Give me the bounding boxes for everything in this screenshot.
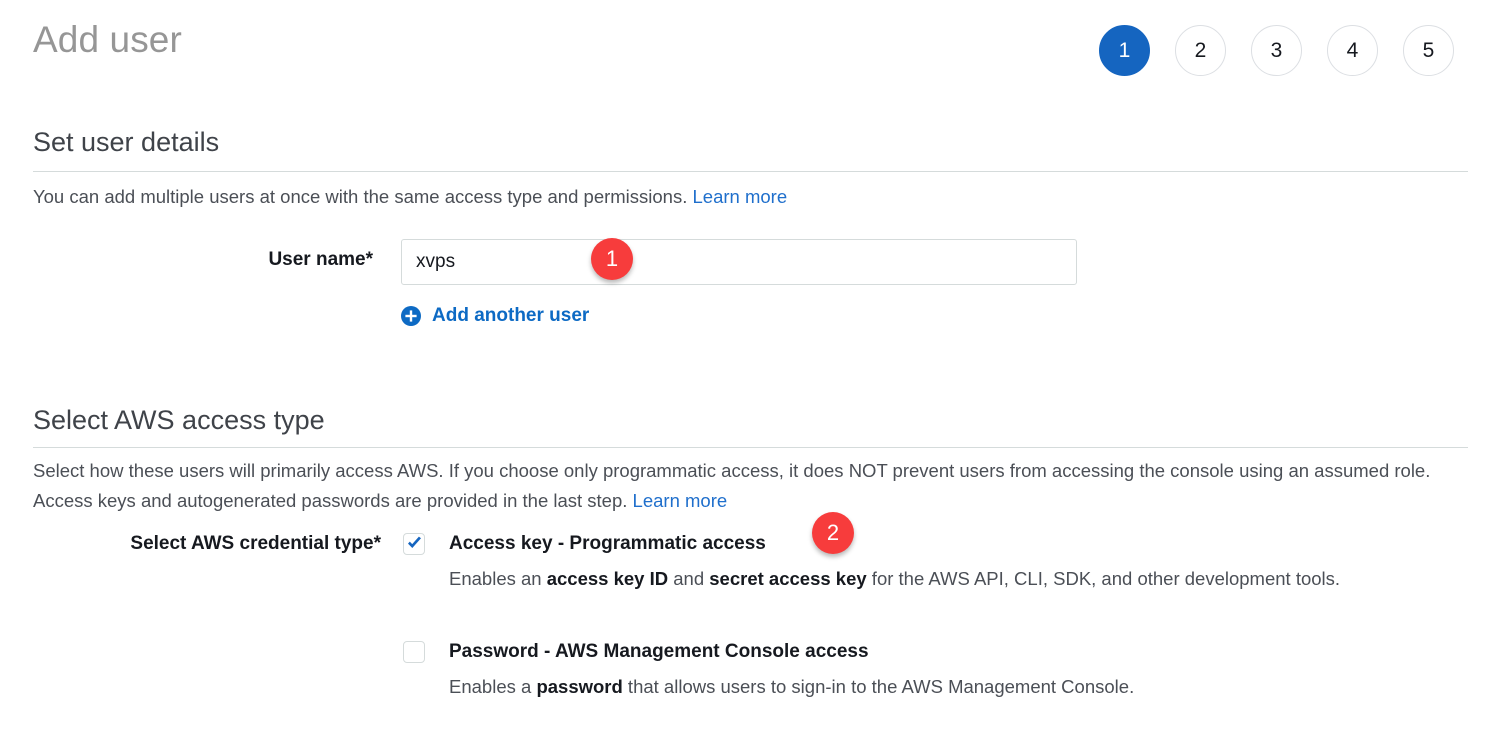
password-desc-prefix: Enables a	[449, 676, 537, 697]
add-another-user-label: Add another user	[432, 305, 590, 326]
step-indicator: 1 2 3 4 5	[1099, 25, 1454, 76]
step-indicator-2[interactable]: 2	[1175, 25, 1226, 76]
page-header: Add user 1 2 3 4 5	[0, 0, 1492, 105]
add-user-page: Add user 1 2 3 4 5 Set user details You …	[0, 0, 1492, 731]
user-name-label: User name*	[268, 249, 373, 270]
access-type-learn-more-link[interactable]: Learn more	[633, 490, 728, 511]
access-key-desc-prefix: Enables an	[449, 568, 547, 589]
access-key-desc-bold2: secret access key	[709, 568, 867, 589]
password-checkbox[interactable]	[403, 641, 425, 663]
user-details-description: You can add multiple users at once with …	[33, 182, 787, 212]
access-type-description: Select how these users will primarily ac…	[33, 456, 1473, 516]
user-details-divider	[33, 171, 1468, 172]
password-option-title: Password - AWS Management Console access	[449, 641, 869, 662]
step-indicator-3[interactable]: 3	[1251, 25, 1302, 76]
access-type-description-line1: Select how these users will primarily ac…	[33, 460, 1284, 481]
user-details-description-text: You can add multiple users at once with …	[33, 186, 688, 207]
access-key-option-title: Access key - Programmatic access	[449, 533, 766, 554]
access-type-divider	[33, 447, 1468, 448]
access-key-desc-suffix: for the AWS API, CLI, SDK, and other dev…	[866, 568, 1341, 589]
annotation-badge-1: 1	[591, 238, 633, 280]
access-key-desc-bold1: access key ID	[546, 568, 669, 589]
user-details-learn-more-link[interactable]: Learn more	[693, 186, 788, 207]
access-type-heading: Select AWS access type	[33, 405, 325, 435]
credential-type-label: Select AWS credential type*	[130, 533, 381, 554]
password-option-description: Enables a password that allows users to …	[449, 671, 1349, 702]
page-title: Add user	[33, 19, 182, 60]
access-key-desc-mid: and	[668, 568, 710, 589]
password-desc-suffix: that allows users to sign-in to the AWS …	[622, 676, 1135, 697]
step-indicator-5[interactable]: 5	[1403, 25, 1454, 76]
checkmark-icon	[408, 536, 421, 548]
add-another-user-button[interactable]: Add another user	[401, 305, 589, 327]
annotation-badge-2: 2	[812, 512, 854, 554]
password-desc-bold1: password	[536, 676, 623, 697]
plus-circle-icon	[401, 306, 421, 326]
step-indicator-1[interactable]: 1	[1099, 25, 1150, 76]
access-key-checkbox[interactable]	[403, 533, 425, 555]
set-user-details-heading: Set user details	[33, 127, 220, 157]
user-name-input[interactable]	[401, 239, 1077, 285]
step-indicator-4[interactable]: 4	[1327, 25, 1378, 76]
access-key-option-description: Enables an access key ID and secret acce…	[449, 563, 1349, 594]
